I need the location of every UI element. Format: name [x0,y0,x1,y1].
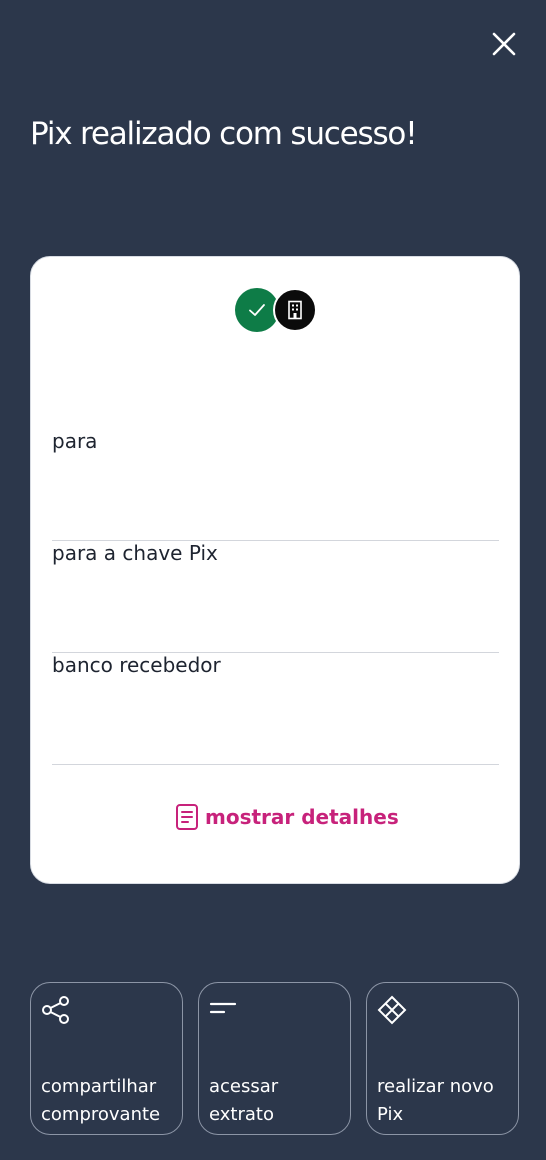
receipt-card: para para a chave Pix banco recebedor mo… [30,256,520,884]
field-label: para a chave Pix [52,541,218,565]
page-title: Pix realizado com sucesso! [30,116,418,152]
action-label: compartilhar comprovante [41,1076,161,1125]
close-icon [492,32,516,56]
statement-icon [209,1002,237,1014]
pix-icon [377,995,407,1025]
action-label: acessar extrato [209,1076,279,1125]
field-recipient: para [52,429,499,541]
close-button[interactable] [486,26,522,62]
divider [52,764,499,765]
access-statement-button[interactable]: acessar extrato [198,982,351,1135]
building-icon [273,288,317,332]
share-receipt-button[interactable]: compartilhar comprovante [30,982,183,1135]
show-details-button[interactable]: mostrar detalhes [175,803,399,831]
new-pix-button[interactable]: realizar novo Pix [366,982,519,1135]
action-label: realizar novo Pix [377,1076,494,1125]
field-bank: banco recebedor [52,653,499,765]
field-label: para [52,429,98,453]
field-label: banco recebedor [52,653,221,677]
document-icon [176,804,198,830]
share-icon [42,996,69,1024]
status-icons [235,288,319,332]
show-details-label: mostrar detalhes [205,805,399,829]
field-pix-key: para a chave Pix [52,541,499,653]
